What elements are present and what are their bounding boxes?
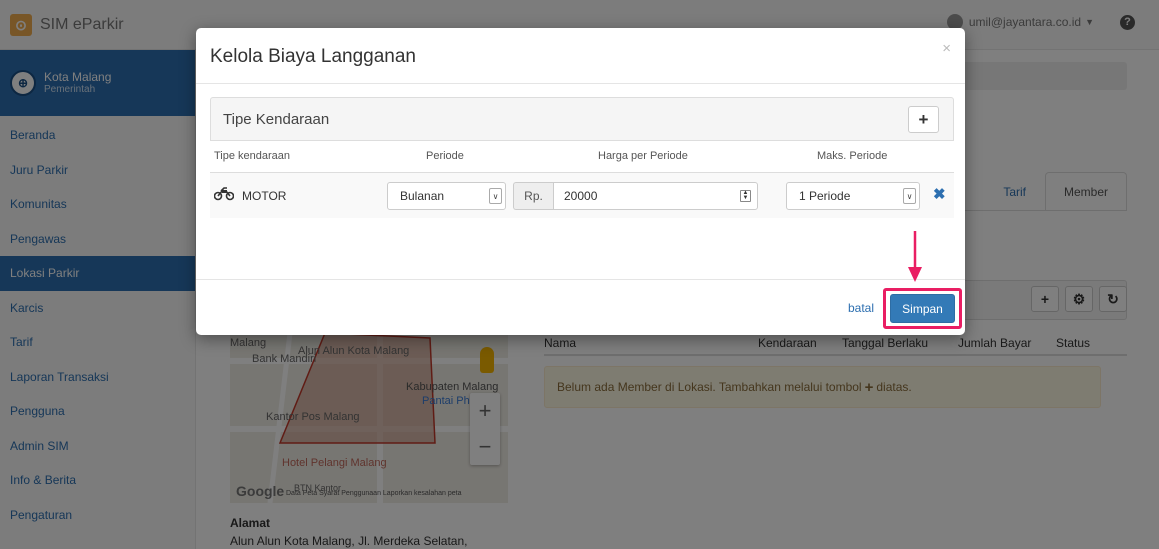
save-button[interactable]: Simpan <box>890 294 955 323</box>
periode-select[interactable]: Bulanan ∨ <box>387 182 506 210</box>
modal-footer: batal Simpan <box>196 279 965 335</box>
harga-input[interactable]: 20000 ▲ ▼ <box>553 182 758 210</box>
col-periode: Periode <box>426 150 464 162</box>
subscription-fee-modal: Kelola Biaya Langganan × Tipe Kendaraan … <box>196 28 965 335</box>
fee-row: MOTOR Bulanan ∨ Rp. 20000 ▲ ▼ 1 Periode ∨… <box>210 173 954 218</box>
col-harga-per-periode: Harga per Periode <box>598 150 688 162</box>
modal-title: Kelola Biaya Langganan <box>210 46 417 67</box>
col-tipe-kendaraan: Tipe kendaraan <box>214 150 291 162</box>
close-icon[interactable]: × <box>942 40 951 57</box>
panel-title: Tipe Kendaraan <box>223 111 330 128</box>
maks-periode-select[interactable]: 1 Periode ∨ <box>786 182 920 210</box>
fee-table-header: Tipe kendaraan Periode Harga per Periode… <box>210 141 954 173</box>
remove-row-icon[interactable]: ✖ <box>933 185 946 203</box>
chevron-down-icon: ∨ <box>489 188 502 204</box>
motorcycle-icon <box>213 187 235 205</box>
modal-body: Tipe Kendaraan + Tipe kendaraan Periode … <box>210 97 954 218</box>
periode-value: Bulanan <box>400 189 445 203</box>
vehicle-name: MOTOR <box>242 189 287 203</box>
vehicle-type-panel-header: Tipe Kendaraan + <box>210 97 954 141</box>
col-maks-periode: Maks. Periode <box>817 150 888 162</box>
harga-input-group: Rp. 20000 ▲ ▼ <box>513 182 758 210</box>
harga-value: 20000 <box>564 189 598 203</box>
modal-header: Kelola Biaya Langganan × <box>196 28 965 84</box>
vehicle-cell: MOTOR <box>213 187 287 205</box>
number-spinner-icon[interactable]: ▲ ▼ <box>740 190 751 202</box>
add-vehicle-type-button[interactable]: + <box>908 106 939 133</box>
maks-periode-value: 1 Periode <box>799 189 851 203</box>
cancel-button[interactable]: batal <box>848 301 874 315</box>
annotation-arrow <box>908 231 922 282</box>
save-button-highlight: Simpan <box>883 288 962 329</box>
chevron-down-icon: ∨ <box>903 188 916 204</box>
currency-addon: Rp. <box>513 182 553 210</box>
